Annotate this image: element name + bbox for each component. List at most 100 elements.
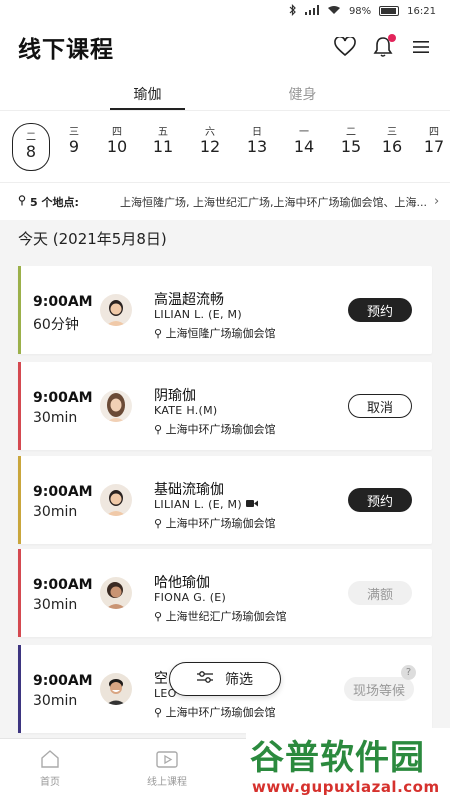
date-item-15[interactable]: 二 15 bbox=[332, 123, 370, 156]
teacher-name: FIONA G. (E) bbox=[154, 591, 227, 604]
date-weekday: 三 bbox=[69, 127, 79, 138]
class-duration: 30min bbox=[33, 693, 78, 709]
waitlist-button[interactable]: 现场等候 bbox=[344, 677, 414, 701]
teacher-name: KATE H.(M) bbox=[154, 404, 218, 417]
menu-button[interactable] bbox=[410, 36, 432, 58]
class-name: 基础流瑜伽 bbox=[154, 482, 224, 498]
location-pin-icon: ⚲ bbox=[154, 517, 166, 530]
date-day: 11 bbox=[152, 137, 174, 156]
class-location-text: 上海恒隆广场瑜伽会馆 bbox=[165, 327, 276, 340]
class-name: 空 bbox=[154, 671, 168, 687]
class-duration: 30min bbox=[33, 597, 78, 613]
date-item-16[interactable]: 三 16 bbox=[373, 123, 411, 156]
card-accent-bar bbox=[18, 362, 21, 450]
notification-dot bbox=[388, 34, 396, 42]
date-weekday: 二 bbox=[26, 132, 36, 143]
class-location: ⚲ 上海中环广场瑜伽会馆 bbox=[154, 515, 276, 531]
date-day: 17 bbox=[423, 137, 445, 156]
date-item-11[interactable]: 五 11 bbox=[144, 123, 182, 156]
avatar bbox=[100, 390, 132, 422]
class-time: 9:00AM bbox=[33, 484, 93, 500]
book-button[interactable]: 预约 bbox=[348, 298, 412, 322]
card-accent-bar bbox=[18, 266, 21, 354]
nav-label: 首页 bbox=[40, 777, 60, 788]
class-location-text: 上海世纪汇广场瑜伽会馆 bbox=[165, 610, 287, 623]
date-item-12[interactable]: 六 12 bbox=[191, 123, 229, 156]
teacher-name: LILIAN L. (E, M) bbox=[154, 498, 258, 511]
date-item-14[interactable]: 一 14 bbox=[285, 123, 323, 156]
heart-icon bbox=[334, 37, 356, 57]
date-day: 12 bbox=[199, 137, 221, 156]
date-weekday: 日 bbox=[252, 127, 262, 138]
class-card[interactable]: 9:00AM 30min 基础流瑜伽 LILIAN L. (E, M) ⚲ 上海… bbox=[18, 456, 432, 544]
nav-label: 线上课程 bbox=[147, 777, 187, 788]
filter-icon bbox=[197, 670, 213, 688]
app-header: 线下课程 bbox=[0, 22, 450, 72]
date-item-13[interactable]: 日 13 bbox=[238, 123, 276, 156]
date-day: 13 bbox=[246, 137, 268, 156]
class-location: ⚲ 上海中环广场瑜伽会馆 bbox=[154, 704, 276, 720]
date-item-9[interactable]: 三 9 bbox=[55, 123, 93, 156]
date-weekday: 四 bbox=[429, 127, 439, 138]
chevron-right-icon: › bbox=[434, 194, 440, 209]
class-location-text: 上海中环广场瑜伽会馆 bbox=[165, 706, 276, 719]
location-pin-icon: ⚲ bbox=[154, 610, 166, 623]
tab-fitness[interactable]: 健身 bbox=[265, 84, 340, 110]
help-icon[interactable]: ? bbox=[401, 665, 416, 680]
date-weekday: 二 bbox=[346, 127, 356, 138]
nav-item-online-courses[interactable]: 线上课程 bbox=[132, 749, 202, 788]
class-name: 哈他瑜伽 bbox=[154, 575, 210, 591]
date-day: 8 bbox=[25, 142, 37, 161]
class-location: ⚲ 上海恒隆广场瑜伽会馆 bbox=[154, 325, 276, 341]
class-name: 高温超流畅 bbox=[154, 292, 224, 308]
date-item-10[interactable]: 四 10 bbox=[98, 123, 136, 156]
today-label: 今天 (2021年5月8日) bbox=[18, 230, 167, 248]
tab-yoga[interactable]: 瑜伽 bbox=[110, 84, 185, 110]
date-picker: 二 8 三 9 四 10 五 11 六 12 日 13 一 14 二 15 三 … bbox=[0, 110, 450, 182]
date-weekday: 六 bbox=[205, 127, 215, 138]
date-weekday: 四 bbox=[112, 127, 122, 138]
class-name: 阴瑜伽 bbox=[154, 388, 196, 404]
status-bar: 98% 16:21 bbox=[0, 0, 450, 22]
date-day: 15 bbox=[340, 137, 362, 156]
card-accent-bar bbox=[18, 456, 21, 544]
class-location: ⚲ 上海世纪汇广场瑜伽会馆 bbox=[154, 608, 287, 624]
date-day: 10 bbox=[106, 137, 128, 156]
book-button[interactable]: 预约 bbox=[348, 488, 412, 512]
favorite-button[interactable] bbox=[334, 36, 356, 58]
class-card[interactable]: 9:00AM 30min 阴瑜伽 KATE H.(M) ⚲ 上海中环广场瑜伽会馆… bbox=[18, 362, 432, 450]
locations-list: 上海恒隆广场, 上海世纪汇广场,上海中环广场瑜伽会馆、上海... bbox=[120, 195, 427, 209]
date-item-8[interactable]: 二 8 bbox=[12, 123, 50, 171]
location-pin-icon: ⚲ bbox=[154, 706, 166, 719]
class-duration: 30min bbox=[33, 504, 78, 520]
class-location-text: 上海中环广场瑜伽会馆 bbox=[165, 517, 276, 530]
class-card[interactable]: 9:00AM 30min 哈他瑜伽 FIONA G. (E) ⚲ 上海世纪汇广场… bbox=[18, 549, 432, 637]
date-item-17[interactable]: 四 17 bbox=[415, 123, 450, 156]
location-pin-icon bbox=[18, 194, 30, 209]
watermark-url: www.gupuxlazal.com bbox=[252, 778, 440, 796]
filter-button[interactable]: 筛选 bbox=[169, 662, 281, 696]
video-camera-icon bbox=[245, 498, 258, 511]
class-card[interactable]: 9:00AM 60分钟 高温超流畅 LILIAN L. (E, M) ⚲ 上海恒… bbox=[18, 266, 432, 354]
avatar bbox=[100, 673, 132, 705]
locations-filter[interactable]: 5 个地点: 上海恒隆广场, 上海世纪汇广场,上海中环广场瑜伽会馆、上海... … bbox=[0, 182, 450, 220]
date-day: 16 bbox=[381, 137, 403, 156]
date-weekday: 三 bbox=[387, 127, 397, 138]
class-time: 9:00AM bbox=[33, 294, 93, 310]
nav-item-home[interactable]: 首页 bbox=[15, 749, 85, 788]
location-pin-icon: ⚲ bbox=[154, 423, 166, 436]
class-location: ⚲ 上海中环广场瑜伽会馆 bbox=[154, 421, 276, 437]
cancel-button[interactable]: 取消 bbox=[348, 394, 412, 418]
full-status-button[interactable]: 满额 bbox=[348, 581, 412, 605]
avatar bbox=[100, 294, 132, 326]
class-location-text: 上海中环广场瑜伽会馆 bbox=[165, 423, 276, 436]
home-icon bbox=[41, 750, 59, 768]
date-day: 14 bbox=[293, 137, 315, 156]
date-weekday: 一 bbox=[299, 127, 309, 138]
class-time: 9:00AM bbox=[33, 577, 93, 593]
category-tabs: 瑜伽 健身 bbox=[0, 72, 450, 110]
notification-button[interactable] bbox=[372, 34, 396, 58]
class-time: 9:00AM bbox=[33, 673, 93, 689]
teacher-name: LILIAN L. (E, M) bbox=[154, 308, 242, 321]
signal-icon bbox=[304, 4, 319, 18]
